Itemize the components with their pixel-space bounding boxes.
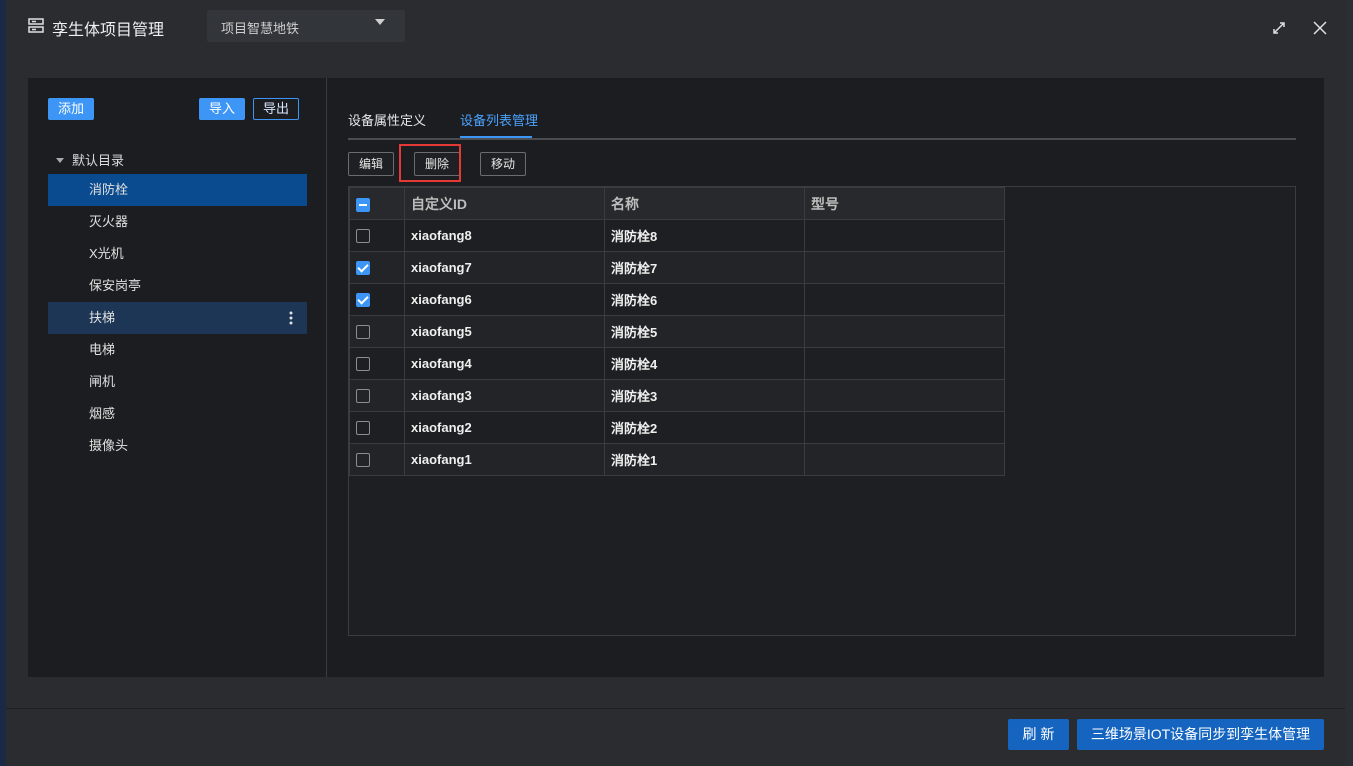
table-row[interactable]: xiaofang6 消防栓6 xyxy=(349,283,1005,316)
cell-id: xiaofang1 xyxy=(411,452,472,467)
row-checkbox[interactable] xyxy=(356,389,370,404)
tree-item-label: 扶梯 xyxy=(89,310,116,325)
cell-name: 消防栓6 xyxy=(611,293,658,308)
cell-id: xiaofang2 xyxy=(411,420,472,435)
cell-name: 消防栓5 xyxy=(611,325,658,340)
tree-item[interactable]: 灭火器 xyxy=(48,206,307,238)
tree-item-label: 电梯 xyxy=(89,342,116,357)
import-button[interactable]: 导入 xyxy=(199,98,245,120)
device-table: 自定义ID 名称 型号 xiaofang8 消防栓8 xiaofang7 消防栓… xyxy=(348,186,1296,636)
table-row[interactable]: xiaofang4 消防栓4 xyxy=(349,347,1005,380)
tab-device-list[interactable]: 设备列表管理 xyxy=(460,110,538,129)
tree-item-label: X光机 xyxy=(89,246,124,261)
table-row[interactable]: xiaofang1 消防栓1 xyxy=(349,443,1005,476)
table-header-row: 自定义ID 名称 型号 xyxy=(349,187,1005,220)
cell-name: 消防栓8 xyxy=(611,229,658,244)
tree-item[interactable]: 扶梯 xyxy=(48,302,307,334)
content-panel: 添加 导入 导出 默认目录 消防栓 灭火器 X光机 保安岗亭 扶梯 电梯 闸机 … xyxy=(28,78,1324,677)
tree-item[interactable]: 保安岗亭 xyxy=(48,270,307,302)
footer-divider xyxy=(6,708,1345,709)
tab-bar: 设备属性定义 设备列表管理 xyxy=(348,104,1296,140)
tree-item[interactable]: 摄像头 xyxy=(48,430,307,462)
table-row[interactable]: xiaofang7 消防栓7 xyxy=(349,251,1005,284)
cell-id: xiaofang7 xyxy=(411,260,472,275)
edit-button[interactable]: 编辑 xyxy=(348,152,394,176)
cell-id: xiaofang4 xyxy=(411,356,472,371)
caret-down-icon xyxy=(56,158,64,164)
add-button[interactable]: 添加 xyxy=(48,98,94,120)
tree-root-label: 默认目录 xyxy=(72,153,125,168)
column-header-name: 名称 xyxy=(611,195,639,212)
cell-id: xiaofang5 xyxy=(411,324,472,339)
project-manager-dialog: 孪生体项目管理 项目智慧地铁 添加 导入 导出 默认目录 消防栓 灭火器 X光机… xyxy=(6,0,1345,766)
more-vertical-icon[interactable] xyxy=(289,311,293,325)
delete-highlight-box xyxy=(399,144,461,182)
tree-item-label: 烟感 xyxy=(89,406,116,421)
tree-item-label: 保安岗亭 xyxy=(89,278,142,293)
table-row[interactable]: xiaofang2 消防栓2 xyxy=(349,411,1005,444)
row-checkbox[interactable] xyxy=(356,325,370,340)
cell-name: 消防栓4 xyxy=(611,357,658,372)
column-header-model: 型号 xyxy=(811,195,839,212)
row-checkbox[interactable] xyxy=(356,453,370,468)
cell-name: 消防栓7 xyxy=(611,261,658,276)
table-row[interactable]: xiaofang5 消防栓5 xyxy=(349,315,1005,348)
category-sidebar: 添加 导入 导出 默认目录 消防栓 灭火器 X光机 保安岗亭 扶梯 电梯 闸机 … xyxy=(28,78,327,677)
tree-item[interactable]: 电梯 xyxy=(48,334,307,366)
sync-iot-button[interactable]: 三维场景IOT设备同步到孪生体管理 xyxy=(1077,719,1324,750)
window-title: 孪生体项目管理 xyxy=(52,22,165,39)
tree-item[interactable]: 烟感 xyxy=(48,398,307,430)
tree-item-label: 闸机 xyxy=(89,374,116,389)
table-row[interactable]: xiaofang3 消防栓3 xyxy=(349,379,1005,412)
project-select-value: 项目智慧地铁 xyxy=(221,21,300,36)
refresh-button[interactable]: 刷 新 xyxy=(1008,719,1069,750)
row-checkbox[interactable] xyxy=(356,293,370,308)
tree-item[interactable]: 闸机 xyxy=(48,366,307,398)
row-checkbox[interactable] xyxy=(356,261,370,276)
expand-icon[interactable] xyxy=(1271,20,1287,36)
cell-id: xiaofang8 xyxy=(411,228,472,243)
title-bar: 孪生体项目管理 项目智慧地铁 xyxy=(6,0,1345,54)
close-icon[interactable] xyxy=(1312,20,1328,36)
export-button[interactable]: 导出 xyxy=(253,98,299,120)
tree-item-label: 摄像头 xyxy=(89,438,129,453)
table-row[interactable]: xiaofang8 消防栓8 xyxy=(349,219,1005,252)
project-select[interactable]: 项目智慧地铁 xyxy=(207,10,405,42)
cell-id: xiaofang6 xyxy=(411,292,472,307)
row-checkbox[interactable] xyxy=(356,357,370,372)
background-window-edge xyxy=(1345,0,1353,766)
tree-root[interactable]: 默认目录 xyxy=(56,150,124,169)
cell-name: 消防栓1 xyxy=(611,453,658,468)
select-all-checkbox[interactable] xyxy=(356,197,370,212)
cell-id: xiaofang3 xyxy=(411,388,472,403)
active-tab-indicator xyxy=(460,136,532,138)
column-header-id: 自定义ID xyxy=(411,195,467,212)
caret-down-icon xyxy=(375,19,385,25)
tree-item-label: 灭火器 xyxy=(89,214,129,229)
move-button[interactable]: 移动 xyxy=(480,152,526,176)
row-checkbox[interactable] xyxy=(356,421,370,436)
tree-item[interactable]: X光机 xyxy=(48,238,307,270)
row-checkbox[interactable] xyxy=(356,229,370,244)
tree-item[interactable]: 消防栓 xyxy=(48,174,307,206)
server-icon xyxy=(28,18,44,33)
tab-device-attributes[interactable]: 设备属性定义 xyxy=(348,110,426,129)
tree-item-label: 消防栓 xyxy=(89,182,129,197)
cell-name: 消防栓3 xyxy=(611,389,658,404)
cell-name: 消防栓2 xyxy=(611,421,658,436)
